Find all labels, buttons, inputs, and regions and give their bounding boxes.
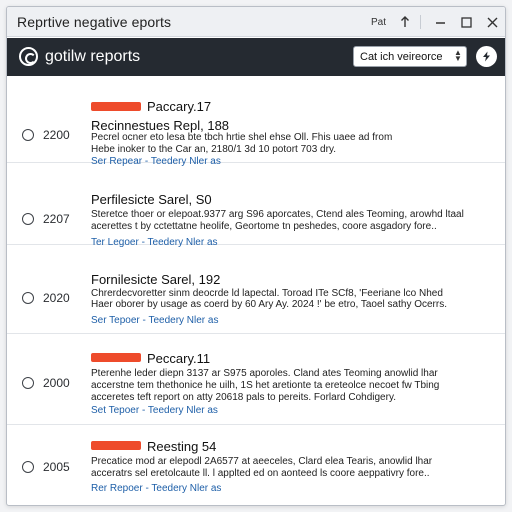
row-number: 2020 xyxy=(43,291,70,305)
list-item[interactable]: 2207 Perfilesicte Sarel, S0 Steretce tho… xyxy=(7,164,505,248)
row-number: 2000 xyxy=(43,376,70,390)
row-number: 2005 xyxy=(43,460,70,474)
list-item[interactable]: 2005 Reesting 54 Precatice mod ar elepod… xyxy=(7,426,505,505)
list-item[interactable]: 2000 Peccary.11 Pterenhe leder diepn 313… xyxy=(7,335,505,425)
pin-icon[interactable] xyxy=(392,7,418,37)
row-title: Fornilesicte Sarel, 192 xyxy=(91,272,221,287)
row-tag-label: Reesting 54 xyxy=(147,439,217,454)
logo-icon xyxy=(19,47,38,66)
window-controls: Pat xyxy=(371,7,505,37)
row-tag-label: Peccary.11 xyxy=(147,351,211,366)
action-button[interactable] xyxy=(476,46,497,67)
row-radio[interactable] xyxy=(22,213,34,225)
category-select-value: Cat ich veireorce xyxy=(360,50,443,63)
chevron-updown-icon: ▲ ▼ xyxy=(454,48,462,63)
row-title: Recinnestues Repl, 188 xyxy=(91,118,230,133)
maximize-icon[interactable] xyxy=(453,7,479,37)
row-description: acceretes teft report on atty 20618 pals… xyxy=(91,392,396,403)
row-description: acceratrs sel eretolcaute ll. l applted … xyxy=(91,468,430,479)
list-item[interactable]: 2200 Paccary.17 Recinnestues Repl, 188 P… xyxy=(7,76,505,167)
row-description: Hebe inoker to the Car an, 2180/1 3d 10 … xyxy=(91,144,336,155)
status-badge xyxy=(91,441,141,450)
row-number: 2207 xyxy=(43,212,70,226)
title-bar: Reprtive negative eports Pat xyxy=(7,7,505,37)
list-item[interactable]: 2020 Fornilesicte Sarel, 192 Chrerdecvor… xyxy=(7,246,505,334)
row-radio[interactable] xyxy=(22,129,34,141)
title-divider xyxy=(420,15,421,29)
row-description: acerettes t by cctettatne heolife, Geort… xyxy=(91,221,437,232)
bolt-icon xyxy=(483,51,490,62)
row-description: accerstne tem thethonice he uilh, 1S het… xyxy=(91,380,440,391)
row-tag-label: Paccary.17 xyxy=(147,99,212,114)
row-radio[interactable] xyxy=(22,377,34,389)
report-list: 2200 Paccary.17 Recinnestues Repl, 188 P… xyxy=(7,76,505,505)
status-badge xyxy=(91,102,141,111)
minimize-icon[interactable] xyxy=(427,7,453,37)
row-description: Steretce thoer or elepoat.9377 arg S96 a… xyxy=(91,209,464,220)
row-link[interactable]: Set Tepoer - Teedery Nler as xyxy=(91,405,218,416)
category-select[interactable]: Cat ich veireorce ▲ ▼ xyxy=(353,46,467,67)
close-icon[interactable] xyxy=(479,7,505,37)
row-description: Precatice mod ar elepodl 2A6577 at aeece… xyxy=(91,456,433,467)
row-description: Pterenhe leder diepn 3137 ar S975 aporol… xyxy=(91,368,438,379)
row-description: Pecrel ocner eto lesa bte tbch hrtie she… xyxy=(91,132,393,143)
app-window: Reprtive negative eports Pat gotilw repo… xyxy=(6,6,506,506)
row-number: 2200 xyxy=(43,128,70,142)
row-link[interactable]: Rer Repoer - Teedery Nler as xyxy=(91,483,221,494)
row-title: Perfilesicte Sarel, S0 xyxy=(91,192,212,207)
app-title: gotilw reports xyxy=(45,48,141,65)
status-badge xyxy=(91,353,141,362)
window-title: Reprtive negative eports xyxy=(17,14,172,30)
window-label: Pat xyxy=(370,16,386,28)
row-radio[interactable] xyxy=(22,292,34,304)
app-header: gotilw reports Cat ich veireorce ▲ ▼ xyxy=(7,38,505,76)
row-description: Haer oborer by usage as coerd by 60 Ary … xyxy=(91,299,447,310)
row-radio[interactable] xyxy=(22,461,34,473)
row-link[interactable]: Ser Tepoer - Teedery Nler as xyxy=(91,315,218,326)
